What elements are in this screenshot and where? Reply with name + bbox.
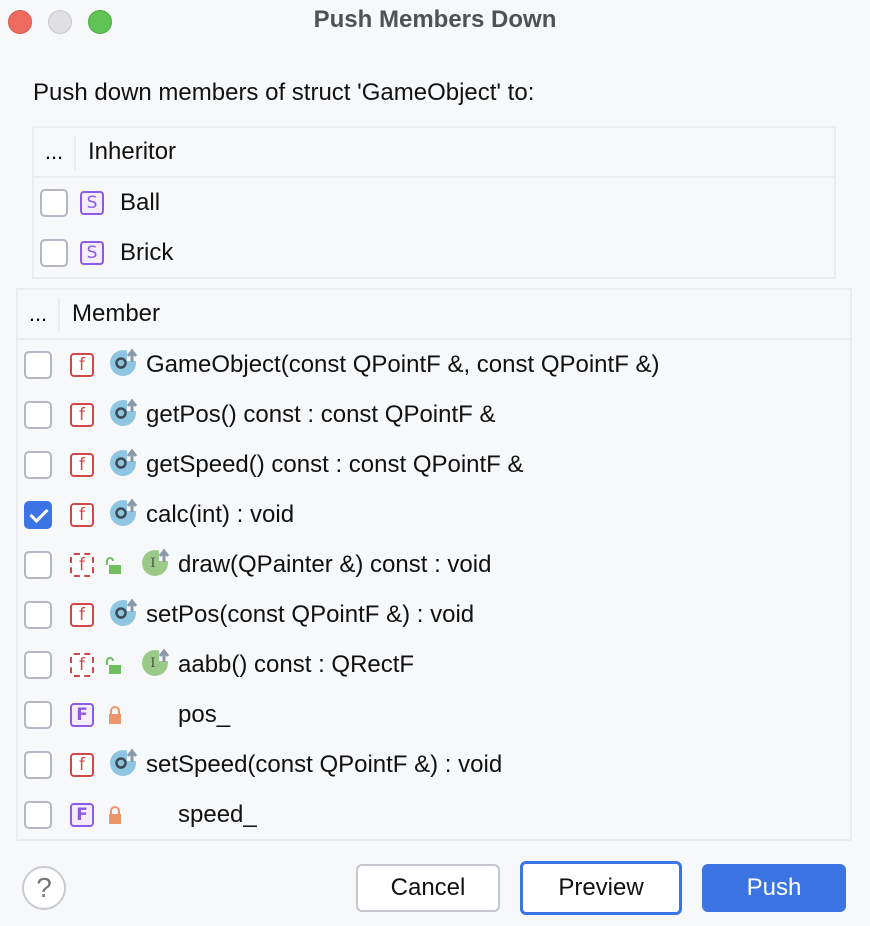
member-checkbox[interactable] bbox=[24, 351, 52, 379]
member-row[interactable]: f setPos(const QPointF &) : void bbox=[18, 590, 850, 640]
member-signature: calc(int) : void bbox=[146, 501, 295, 528]
help-button[interactable]: ? bbox=[22, 866, 66, 910]
member-signature: GameObject(const QPointF &, const QPoint… bbox=[146, 351, 660, 378]
member-column-header[interactable]: Member bbox=[72, 290, 160, 338]
overrides-icon bbox=[110, 748, 140, 778]
function-icon: f bbox=[70, 753, 94, 777]
implements-icon: I bbox=[142, 648, 172, 678]
member-signature: setPos(const QPointF &) : void bbox=[146, 601, 475, 628]
members-header: ... Member bbox=[18, 290, 850, 340]
member-signature: draw(QPainter &) const : void bbox=[178, 551, 492, 578]
overrides-icon bbox=[110, 398, 140, 428]
function-icon: f bbox=[70, 603, 94, 627]
column-separator[interactable] bbox=[58, 298, 60, 332]
member-row[interactable]: f Iaabb() const : QRectF bbox=[18, 640, 850, 690]
inheritor-name: Ball bbox=[120, 189, 161, 216]
member-row[interactable]: f GameObject(const QPointF &, const QPoin… bbox=[18, 340, 850, 390]
select-all-column-header[interactable]: ... bbox=[18, 290, 58, 338]
member-signature: setSpeed(const QPointF &) : void bbox=[146, 751, 503, 778]
overrides-icon bbox=[110, 598, 140, 628]
push-button[interactable]: Push bbox=[702, 864, 846, 912]
dialog-title: Push Members Down bbox=[313, 6, 557, 33]
inheritors-header: ... Inheritor bbox=[34, 128, 834, 178]
member-checkbox[interactable] bbox=[24, 751, 52, 779]
abstract-function-icon: f bbox=[70, 653, 94, 677]
member-checkbox[interactable] bbox=[24, 551, 52, 579]
public-visibility-icon bbox=[104, 656, 122, 676]
inheritor-checkbox[interactable] bbox=[40, 189, 68, 217]
overrides-icon bbox=[110, 448, 140, 478]
member-row[interactable]: f Idraw(QPainter &) const : void bbox=[18, 540, 850, 590]
member-checkbox[interactable] bbox=[24, 701, 52, 729]
struct-icon: S bbox=[80, 241, 104, 265]
preview-button[interactable]: Preview bbox=[520, 861, 682, 915]
function-icon: f bbox=[70, 503, 94, 527]
member-signature: getSpeed() const : const QPointF & bbox=[146, 451, 524, 478]
overrides-icon bbox=[110, 498, 140, 528]
prompt-label: Push down members of struct 'GameObject'… bbox=[33, 79, 535, 106]
inheritor-row[interactable]: S Brick bbox=[34, 228, 834, 278]
function-icon: f bbox=[70, 453, 94, 477]
implements-icon: I bbox=[142, 548, 172, 578]
column-separator[interactable] bbox=[74, 136, 76, 170]
inheritor-checkbox[interactable] bbox=[40, 239, 68, 267]
member-signature: aabb() const : QRectF bbox=[178, 651, 415, 678]
member-row[interactable]: Fpos_ bbox=[18, 690, 850, 740]
cancel-button[interactable]: Cancel bbox=[356, 864, 500, 912]
title-bar: Push Members Down bbox=[0, 0, 870, 44]
function-icon: f bbox=[70, 353, 94, 377]
member-row[interactable]: f getPos() const : const QPointF & bbox=[18, 390, 850, 440]
members-table: ... Member f GameObject(const QPointF &, … bbox=[16, 288, 852, 841]
inheritors-table: ... Inheritor S Ball S Brick bbox=[32, 126, 836, 279]
member-checkbox[interactable] bbox=[24, 651, 52, 679]
private-visibility-icon bbox=[106, 705, 124, 725]
member-signature: speed_ bbox=[178, 801, 257, 828]
inheritor-column-header[interactable]: Inheritor bbox=[88, 128, 176, 176]
member-checkbox[interactable] bbox=[24, 601, 52, 629]
member-row[interactable]: f calc(int) : void bbox=[18, 490, 850, 540]
select-all-column-header[interactable]: ... bbox=[34, 128, 74, 176]
member-checkbox[interactable] bbox=[24, 451, 52, 479]
inheritor-row[interactable]: S Ball bbox=[34, 178, 834, 228]
member-checkbox[interactable] bbox=[24, 801, 52, 829]
inheritor-name: Brick bbox=[120, 239, 174, 266]
member-row[interactable]: f getSpeed() const : const QPointF & bbox=[18, 440, 850, 490]
private-visibility-icon bbox=[106, 805, 124, 825]
svg-text:I: I bbox=[150, 656, 155, 671]
overrides-icon bbox=[110, 348, 140, 378]
member-checkbox[interactable] bbox=[24, 401, 52, 429]
abstract-function-icon: f bbox=[70, 553, 94, 577]
function-icon: f bbox=[70, 403, 94, 427]
public-visibility-icon bbox=[104, 556, 122, 576]
member-row[interactable]: f setSpeed(const QPointF &) : void bbox=[18, 740, 850, 790]
member-signature: getPos() const : const QPointF & bbox=[146, 401, 496, 428]
struct-icon: S bbox=[80, 191, 104, 215]
member-checkbox[interactable] bbox=[24, 501, 52, 529]
field-icon: F bbox=[70, 803, 94, 827]
member-signature: pos_ bbox=[178, 701, 231, 728]
member-row[interactable]: Fspeed_ bbox=[18, 790, 850, 840]
field-icon: F bbox=[70, 703, 94, 727]
svg-text:I: I bbox=[150, 556, 155, 571]
